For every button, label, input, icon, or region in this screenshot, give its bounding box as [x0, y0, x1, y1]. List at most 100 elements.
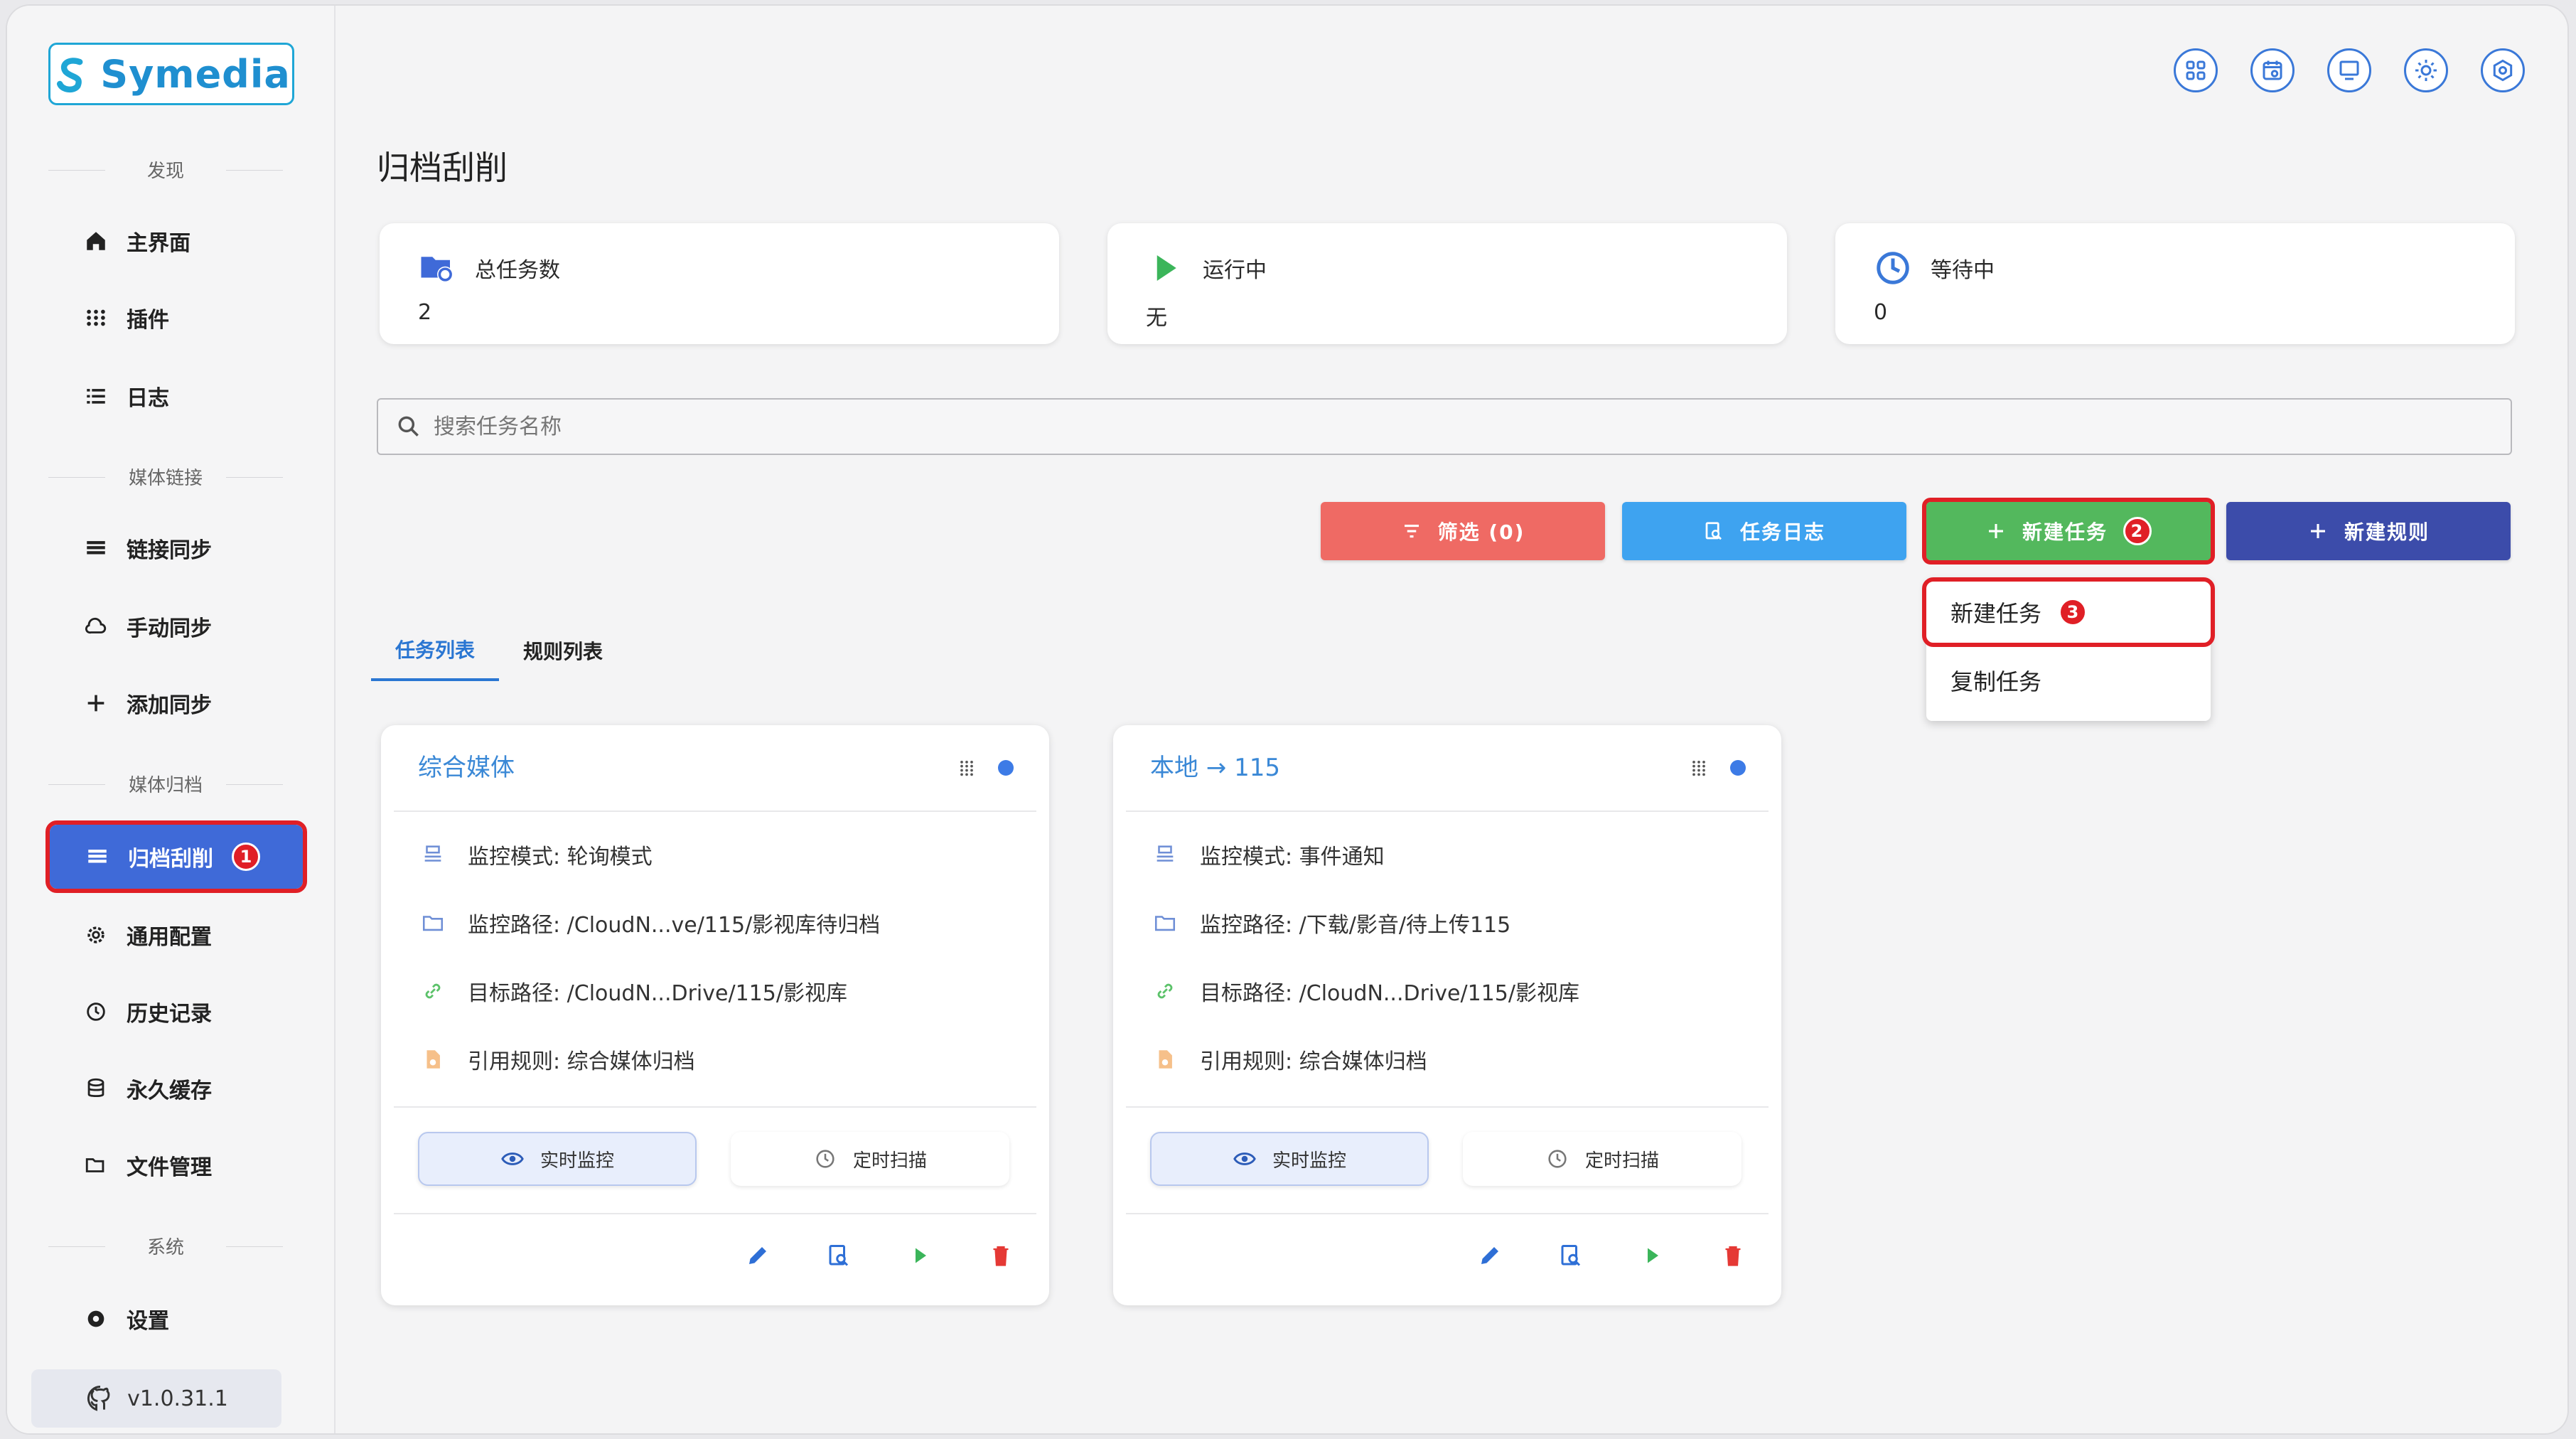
stat-value: 2: [418, 300, 432, 325]
new-rule-button[interactable]: 新建规则: [2226, 502, 2511, 560]
sidebar-item-label: 日志: [127, 386, 169, 411]
sidebar-item-label: 链接同步: [127, 538, 212, 563]
logo-text: Symedia: [100, 51, 291, 97]
filter-icon: [1404, 524, 1419, 538]
divider: [1126, 1106, 1769, 1108]
list-icon: [87, 389, 105, 404]
plus-icon: [1988, 524, 2003, 538]
dropdown-item-new-task[interactable]: 新建任务 3: [1922, 577, 2215, 647]
divider: [394, 1106, 1036, 1108]
sidebar-item-cache[interactable]: 永久缓存: [48, 1056, 306, 1120]
info-text: 引用规则: 综合媒体归档: [468, 1049, 695, 1074]
realtime-monitor-button[interactable]: 实时监控: [1150, 1132, 1429, 1186]
stat-card-total: 总任务数 2: [380, 223, 1059, 344]
sidebar-item-settings[interactable]: 设置: [48, 1287, 306, 1351]
new-rule-label: 新建规则: [2344, 520, 2430, 544]
task-title[interactable]: 综合媒体: [418, 748, 515, 783]
home-icon: [87, 232, 105, 250]
scheduled-scan-button[interactable]: 定时扫描: [731, 1132, 1009, 1186]
info-rule: 引用规则: 综合媒体归档: [421, 1044, 695, 1075]
sidebar-item-label: 历史记录: [127, 1002, 212, 1027]
log-search-icon[interactable]: [1558, 1243, 1584, 1268]
scheduled-scan-button[interactable]: 定时扫描: [1463, 1132, 1742, 1186]
version-text: v1.0.31.1: [127, 1386, 228, 1411]
mode-label: 实时监控: [540, 1150, 614, 1172]
sidebar-item-file-manager[interactable]: 文件管理: [48, 1133, 306, 1197]
apps-icon[interactable]: [2174, 48, 2218, 92]
edit-icon[interactable]: [745, 1243, 771, 1268]
new-task-dropdown: 新建任务 3 复制任务: [1922, 577, 2215, 721]
sidebar-item-add-sync[interactable]: 添加同步: [48, 671, 306, 735]
search-box[interactable]: [377, 398, 2512, 455]
annotation-badge: 2: [2123, 517, 2152, 545]
play-icon[interactable]: [1639, 1243, 1665, 1268]
monitor-icon[interactable]: [2327, 48, 2371, 92]
sidebar-item-home[interactable]: 主界面: [48, 209, 306, 273]
task-log-label: 任务日志: [1739, 520, 1825, 544]
app-logo[interactable]: Symedia: [48, 43, 294, 105]
rule-file-icon: [426, 1050, 440, 1069]
drag-handle-icon[interactable]: [1689, 758, 1709, 778]
task-log-button[interactable]: 任务日志: [1622, 502, 1906, 560]
sidebar-item-label: 插件: [127, 308, 169, 333]
mode-label: 定时扫描: [852, 1150, 927, 1172]
divider: [394, 1213, 1036, 1214]
play-icon[interactable]: [907, 1243, 933, 1268]
sidebar-item-label: 文件管理: [127, 1155, 212, 1180]
stat-value: 无: [1146, 306, 1167, 331]
dropdown-item-label: 新建任务: [1950, 600, 2042, 627]
page-title: 归档刮削: [377, 149, 508, 187]
stat-card-waiting: 等待中 0: [1835, 223, 2515, 344]
mode-label: 实时监控: [1272, 1150, 1346, 1172]
stat-label: 总任务数: [475, 258, 560, 283]
settings-icon: [87, 1310, 104, 1327]
info-text: 目标路径: /CloudN...Drive/115/影视库: [1200, 981, 1579, 1006]
sidebar-item-plugins[interactable]: 插件: [48, 286, 306, 350]
task-title[interactable]: 本地 → 115: [1150, 748, 1280, 783]
realtime-monitor-button[interactable]: 实时监控: [418, 1132, 697, 1186]
info-rule: 引用规则: 综合媒体归档: [1153, 1044, 1427, 1075]
delete-icon[interactable]: [1720, 1243, 1746, 1268]
plus-icon: [87, 695, 104, 712]
delete-icon[interactable]: [988, 1243, 1014, 1268]
filter-button[interactable]: 筛选 (0): [1321, 502, 1605, 560]
edit-icon[interactable]: [1477, 1243, 1503, 1268]
log-search-icon: [1705, 522, 1722, 540]
section-media-archive: 媒体归档: [48, 771, 283, 797]
link-icon: [1157, 983, 1173, 999]
dropdown-item-label: 复制任务: [1950, 668, 2042, 695]
calendar-icon[interactable]: [2250, 48, 2295, 92]
info-text: 监控模式: 轮询模式: [468, 845, 653, 870]
mode-label: 定时扫描: [1584, 1150, 1659, 1172]
search-input[interactable]: [434, 414, 2424, 439]
dropdown-item-copy-task[interactable]: 复制任务: [1926, 650, 2211, 711]
version-link[interactable]: v1.0.31.1: [31, 1369, 281, 1428]
rule-file-icon: [1159, 1050, 1172, 1069]
info-text: 引用规则: 综合媒体归档: [1200, 1049, 1427, 1074]
log-search-icon[interactable]: [826, 1243, 852, 1268]
eye-icon: [501, 1152, 524, 1165]
sun-icon[interactable]: [2404, 48, 2448, 92]
status-dot: [998, 760, 1014, 776]
sidebar-item-logs[interactable]: 日志: [48, 364, 306, 428]
tab-rule-list[interactable]: 规则列表: [499, 620, 627, 681]
stat-card-running: 运行中 无: [1107, 223, 1787, 344]
section-media-link: 媒体链接: [48, 464, 283, 490]
sidebar-item-history[interactable]: 历史记录: [48, 980, 306, 1044]
info-text: 目标路径: /CloudN...Drive/115/影视库: [468, 981, 847, 1006]
info-target-path: 目标路径: /CloudN...Drive/115/影视库: [421, 975, 847, 1007]
settings-icon[interactable]: [2481, 48, 2525, 92]
sidebar-item-link-sync[interactable]: 链接同步: [48, 516, 306, 580]
sidebar-item-archive-scrape[interactable]: 归档刮削 1: [45, 820, 307, 893]
table-icon: [87, 541, 105, 555]
link-icon: [425, 983, 441, 999]
info-monitor-mode: 监控模式: 事件通知: [1153, 839, 1385, 870]
drag-handle-icon[interactable]: [957, 758, 977, 778]
sidebar-item-general-config[interactable]: 通用配置: [48, 903, 306, 967]
plus-icon: [2310, 524, 2325, 538]
tab-task-list[interactable]: 任务列表: [371, 620, 500, 681]
stat-label: 运行中: [1203, 258, 1267, 283]
sidebar-item-manual-sync[interactable]: 手动同步: [48, 594, 306, 658]
new-task-button[interactable]: 新建任务 2: [1922, 498, 2215, 565]
clock-icon: [1877, 252, 1909, 284]
